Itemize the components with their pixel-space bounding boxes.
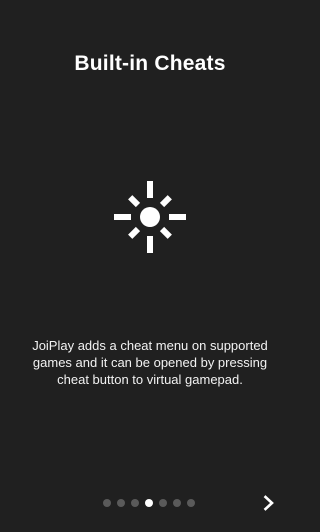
page-dot: [159, 499, 167, 507]
page-dot-active: [145, 499, 153, 507]
feature-description: JoiPlay adds a cheat menu on supported g…: [32, 338, 268, 387]
brightness-icon: [110, 177, 190, 257]
page-dot: [103, 499, 111, 507]
page-indicator: [103, 498, 195, 508]
page-dot: [117, 499, 125, 507]
page-dot: [173, 499, 181, 507]
page-dot: [131, 499, 139, 507]
page-dot: [187, 499, 195, 507]
intro-screen: Built-in Cheats JoiPlay adds a cheat men…: [0, 0, 300, 532]
page-title: Built-in Cheats: [74, 52, 226, 75]
chevron-right-icon: [263, 495, 274, 511]
next-button[interactable]: [256, 490, 282, 516]
